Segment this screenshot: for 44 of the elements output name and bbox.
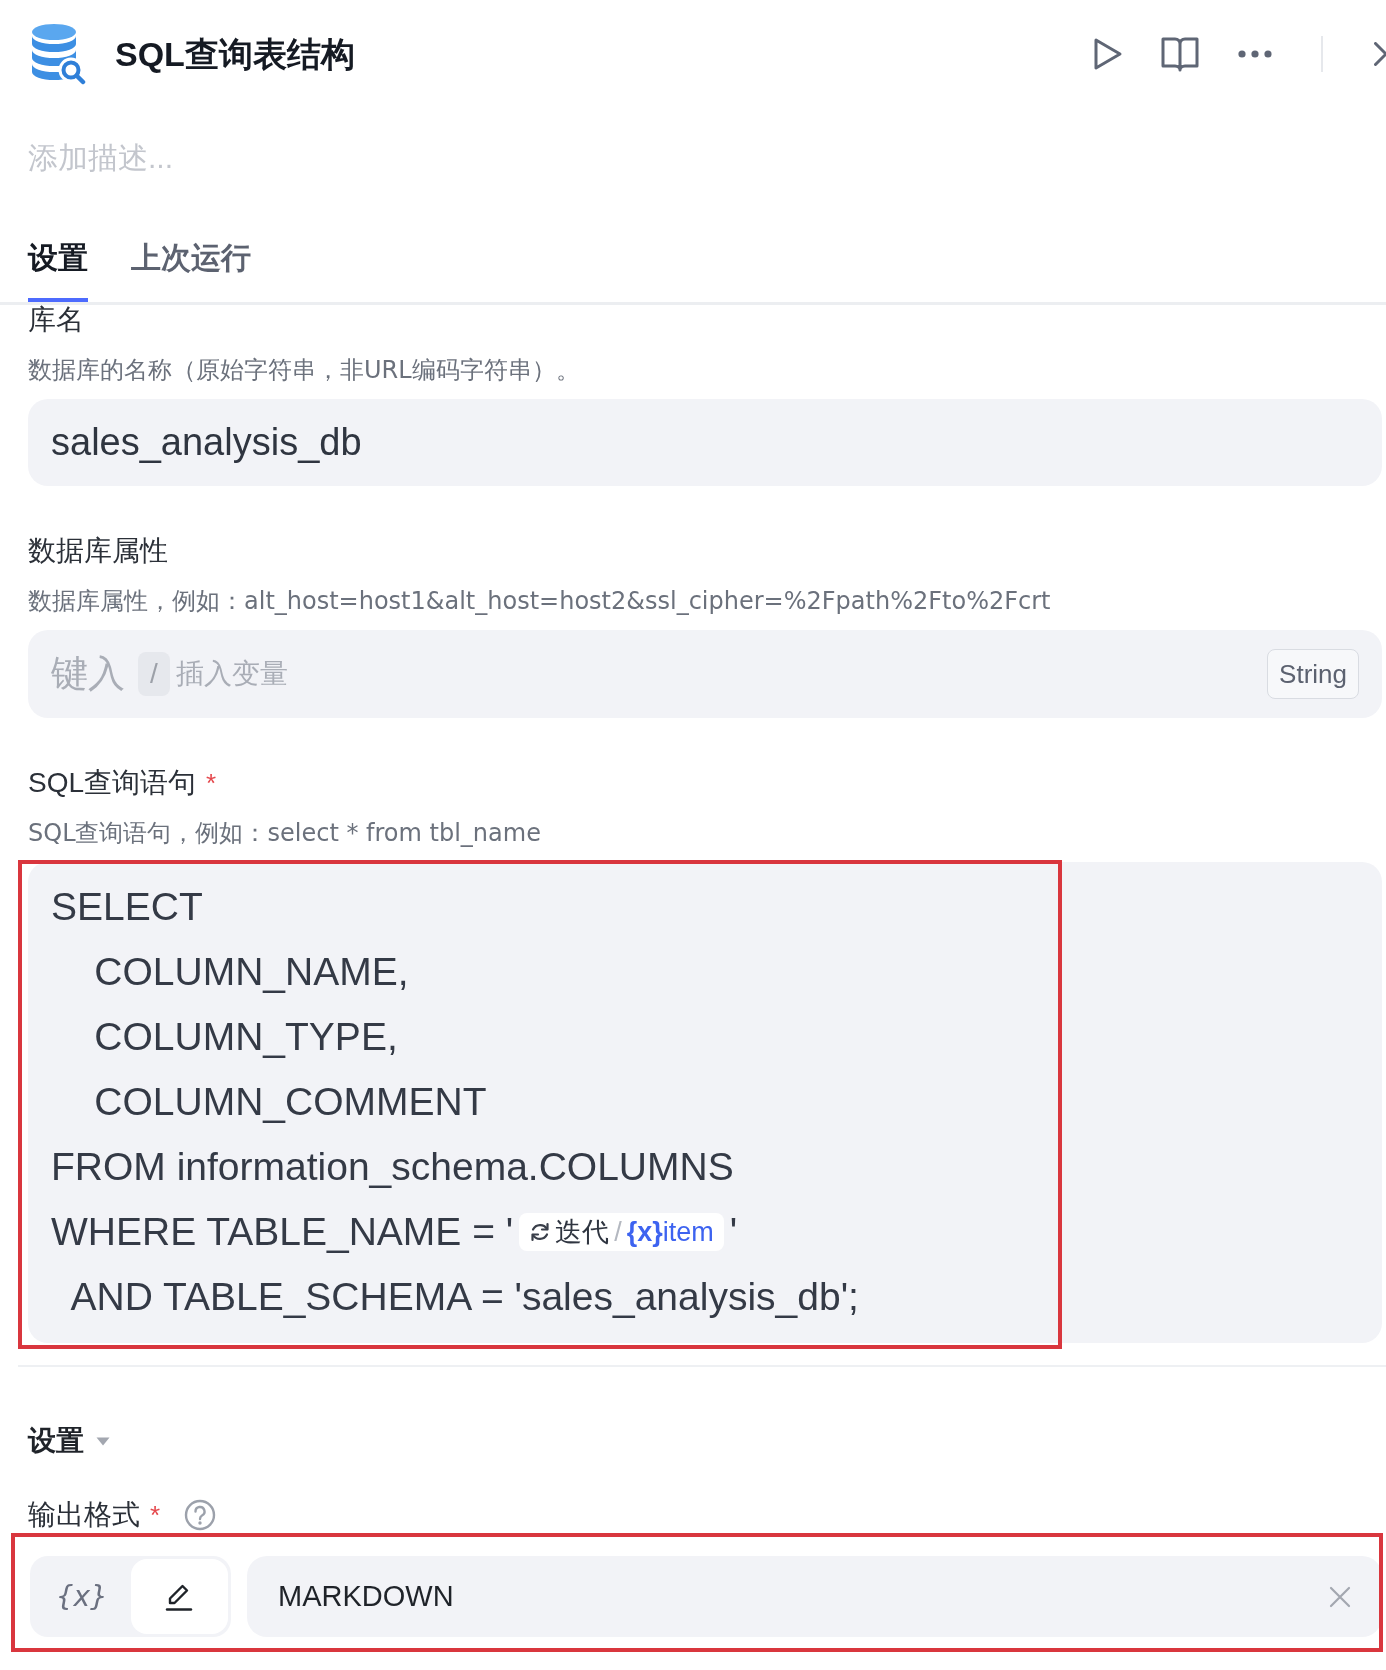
variable-separator: / xyxy=(614,1215,622,1249)
input-field[interactable]: 键入 / 插入变量 String xyxy=(28,630,1382,718)
tab[interactable]: 上次运行 xyxy=(131,238,251,302)
field-hint: SQL查询语句，例如：select * from tbl_name xyxy=(28,818,542,848)
type-tag: String xyxy=(1267,649,1359,699)
field-label: 库名 xyxy=(28,305,84,335)
variable-source: 迭代 xyxy=(555,1215,610,1249)
tab[interactable]: 设置 xyxy=(28,238,88,302)
loop-icon xyxy=(529,1220,552,1243)
format-select[interactable]: MARKDOWN xyxy=(247,1556,1382,1637)
variable-name: {x}item xyxy=(626,1215,714,1249)
variable-mode-button[interactable]: {x} xyxy=(33,1559,131,1634)
help-icon[interactable] xyxy=(184,1499,217,1531)
field-hint: 数据库属性，例如：alt_host=host1&alt_host=host2&ssl_cipher=%2Fpath%2Fto%2Fcrt xyxy=(28,586,1052,616)
placeholder-text: 键入 xyxy=(51,652,125,696)
required-mark: * xyxy=(150,1500,161,1530)
play-icon[interactable] xyxy=(1093,37,1123,71)
code-text: ' xyxy=(729,1209,738,1255)
field-label: 输出格式 xyxy=(28,1500,140,1530)
shortcut-key: / xyxy=(138,652,170,696)
book-icon[interactable] xyxy=(1161,36,1199,72)
code-text: FROM information_schema.COLUMNS xyxy=(51,1144,734,1190)
placeholder-hint: 插入变量 xyxy=(175,657,288,691)
field-label: SQL查询语句 xyxy=(28,768,197,798)
code-text: AND TABLE_SCHEMA = 'sales_analysis_db'; xyxy=(69,1274,859,1320)
field-hint: 数据库的名称（原始字符串，非URL编码字符串）。 xyxy=(28,355,581,385)
more-icon[interactable] xyxy=(1238,50,1272,58)
chevron-right-icon[interactable] xyxy=(1374,42,1386,66)
code-text: COLUMN_TYPE, xyxy=(93,1014,398,1060)
code-text: SELECT xyxy=(51,884,203,930)
database-search-icon xyxy=(30,23,86,85)
section-toggle[interactable]: 设置 xyxy=(28,1421,110,1461)
code-text: COLUMN_NAME, xyxy=(93,949,409,995)
required-mark: * xyxy=(206,768,217,798)
node-title: SQL查询表结构 xyxy=(115,34,355,75)
code-text: WHERE TABLE_NAME = ' xyxy=(51,1209,514,1255)
select-value: MARKDOWN xyxy=(278,1580,454,1613)
edit-mode-button[interactable] xyxy=(130,1559,228,1634)
description-field[interactable]: 添加描述... xyxy=(28,138,428,178)
input-field[interactable]: sales_analysis_db xyxy=(28,399,1382,486)
code-editor[interactable]: SELECT COLUMN_NAME, COLUMN_TYPE, COLUMN_COMMENT FROM information_schema.COLUMNS WHERE TABLE_NAME = ' 迭代 / {x}item ' AND TABLE_SCHEMA = 'sales_analysis_db'; xyxy=(28,862,1382,1343)
caret-icon xyxy=(96,1436,110,1446)
code-text: COLUMN_COMMENT xyxy=(93,1079,487,1125)
field-label: 数据库属性 xyxy=(28,536,168,566)
